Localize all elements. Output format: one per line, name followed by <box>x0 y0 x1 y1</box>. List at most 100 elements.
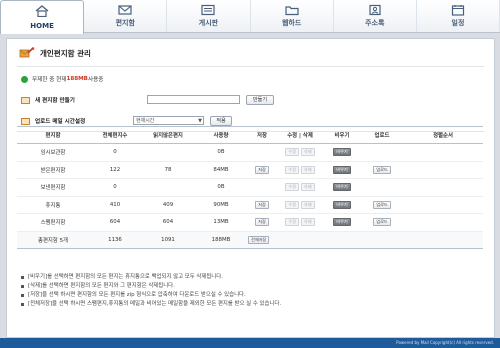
address-book-icon <box>369 4 381 16</box>
chevron-down-icon: ▼ <box>198 118 202 124</box>
mailbox-size: 188MB <box>195 230 247 249</box>
save-button[interactable]: 저장 <box>255 218 269 227</box>
edit-button[interactable]: 수정 <box>285 165 300 174</box>
save-button[interactable]: 저장 <box>255 200 269 209</box>
sort-cell <box>403 143 483 162</box>
mailbox-name: 휴지통 <box>17 196 89 214</box>
edit-button[interactable]: 수정 <box>285 200 300 209</box>
unread-count <box>141 143 195 162</box>
edit-delete-cell: 수정 삭제 <box>277 178 323 197</box>
upload-button[interactable]: 업로드 <box>373 218 391 227</box>
tab-webhard[interactable]: 웹하드 <box>251 0 334 32</box>
col-upload: 업로드 <box>361 126 403 144</box>
mailbox-table: 편지함 전체편지수 읽지않은편지 사용량 저장 수정 | 삭제 비우기 업로드 … <box>17 126 483 249</box>
tab-label: 일정 <box>451 19 465 27</box>
tab-calendar[interactable]: 일정 <box>417 0 500 32</box>
total-count: 604 <box>89 213 141 232</box>
col-edit-delete: 수정 | 삭제 <box>277 126 323 144</box>
upload-button[interactable]: 업로드 <box>373 165 391 174</box>
mailbox-size: 0B <box>195 143 247 162</box>
calendar-icon <box>451 5 465 16</box>
empty-button[interactable]: 비우기 <box>333 200 351 209</box>
edit-button[interactable]: 수정 <box>285 218 300 227</box>
empty-button[interactable]: 비우기 <box>333 165 351 174</box>
delete-button[interactable]: 삭제 <box>300 218 315 227</box>
total-mailboxes: 총편지함 5개 <box>17 230 89 249</box>
new-mailbox-label: 새 편지함 만들기 <box>35 98 75 104</box>
delete-button[interactable]: 삭제 <box>300 200 315 209</box>
table-row: 스팸편지함 604 604 13MB 저장 수정 삭제 비우기 업로드 <box>17 213 483 232</box>
total-count: 410 <box>89 196 141 214</box>
unread-count: 409 <box>141 196 195 214</box>
table-row: 받은편지함 122 78 84MB 저장 수정 삭제 비우기 업로드 <box>17 161 483 179</box>
usage-suffix: 사용중 <box>87 77 104 83</box>
upload-time-select-value: 현재시간 <box>136 118 155 124</box>
status-dot-icon <box>21 75 28 83</box>
tab-label: HOME <box>30 22 54 30</box>
tab-label: 웹하드 <box>281 19 302 27</box>
mailbox-name: 스팸편지함 <box>17 213 89 232</box>
upload-cell <box>361 143 403 162</box>
note-item: [비우기]를 선택하면 편지함의 모든 편지는 휴지통으로 백업되지 않고 모두… <box>21 273 281 282</box>
delete-button[interactable]: 삭제 <box>300 183 315 192</box>
tab-board[interactable]: 게시판 <box>167 0 251 32</box>
envelope-icon <box>21 96 30 104</box>
usage-value: 188MB <box>66 76 88 82</box>
note-item: [전체저장]을 선택 하시면 스팸편지,휴지통의 메일과 비어있는 메일함을 제… <box>21 300 281 309</box>
upload-button[interactable]: 업로드 <box>373 200 391 209</box>
empty-cell: 비우기 <box>323 161 361 179</box>
help-notes: [비우기]를 선택하면 편지함의 모든 편지는 휴지통으로 백업되지 않고 모두… <box>21 273 281 309</box>
edit-delete-cell: 수정 삭제 <box>277 161 323 179</box>
empty-button[interactable]: 비우기 <box>333 183 351 192</box>
edit-delete-cell: 수정 삭제 <box>277 196 323 214</box>
note-text: [삭제]를 선택하면 편지함의 모든 편지와 그 편지함은 삭제됩니다. <box>28 283 175 289</box>
empty-button[interactable]: 비우기 <box>333 218 351 227</box>
unread-count <box>141 178 195 197</box>
upload-time-select[interactable]: 현재시간 ▼ <box>133 116 204 125</box>
edit-button[interactable]: 수정 <box>285 183 300 192</box>
empty-button[interactable]: 비우기 <box>333 148 351 157</box>
mailbox-size: 0B <box>195 178 247 197</box>
delete-button[interactable]: 삭제 <box>300 165 315 174</box>
delete-button[interactable]: 삭제 <box>300 148 315 157</box>
apply-button[interactable]: 적용 <box>210 115 232 126</box>
mailbox-name: 받은편지함 <box>17 161 89 179</box>
table-row: 휴지통 410 409 90MB 저장 수정 삭제 비우기 업로드 <box>17 196 483 214</box>
tab-home[interactable]: HOME <box>0 0 85 34</box>
edit-button[interactable]: 수정 <box>285 148 300 157</box>
save-all-button[interactable]: 전체저장 <box>248 235 270 244</box>
tab-label: 편지함 <box>115 19 135 27</box>
folder-icon <box>284 6 299 16</box>
tab-mailbox[interactable]: 편지함 <box>84 0 168 32</box>
save-cell: 저장 <box>247 196 277 214</box>
mailbox-size: 90MB <box>195 196 247 214</box>
save-cell <box>247 143 277 162</box>
edit-delete-cell: 수정 삭제 <box>277 213 323 232</box>
usage-prefix: 무제한 중 현재 <box>32 77 67 83</box>
col-empty: 비우기 <box>323 126 361 144</box>
note-text: [비우기]를 선택하면 편지함의 모든 편지는 휴지통으로 백업되지 않고 모두… <box>28 274 223 280</box>
tab-addressbook[interactable]: 주소록 <box>334 0 417 32</box>
board-icon <box>201 4 216 16</box>
note-item: [삭제]를 선택하면 편지함의 모든 편지와 그 편지함은 삭제됩니다. <box>21 282 281 291</box>
total-count: 0 <box>89 143 141 162</box>
create-button[interactable]: 만들기 <box>246 94 274 105</box>
footer: Powered by Mail Copyright(c) All rights … <box>0 338 500 348</box>
save-cell: 저장 <box>247 213 277 232</box>
new-mailbox-input[interactable] <box>147 95 240 104</box>
empty-cell: 비우기 <box>323 213 361 232</box>
page-title-text: 개인편지함 관리 <box>40 48 91 58</box>
unread-count: 1091 <box>141 230 195 249</box>
edit-delete-cell: 수정 삭제 <box>277 143 323 162</box>
sort-cell <box>403 161 483 179</box>
envelope-icon <box>21 117 30 125</box>
col-save: 저장 <box>247 126 277 144</box>
table-header-row: 편지함 전체편지수 읽지않은편지 사용량 저장 수정 | 삭제 비우기 업로드 … <box>17 126 483 144</box>
empty-cell: 비우기 <box>323 178 361 197</box>
mailbox-size: 13MB <box>195 213 247 232</box>
total-count: 0 <box>89 178 141 197</box>
save-button[interactable]: 저장 <box>255 165 269 174</box>
table-row: 보낸편지함 0 0B 수정 삭제 비우기 <box>17 178 483 197</box>
save-cell: 저장 <box>247 161 277 179</box>
upload-time-row: 업로드 메일 시간설정 <box>21 117 85 125</box>
